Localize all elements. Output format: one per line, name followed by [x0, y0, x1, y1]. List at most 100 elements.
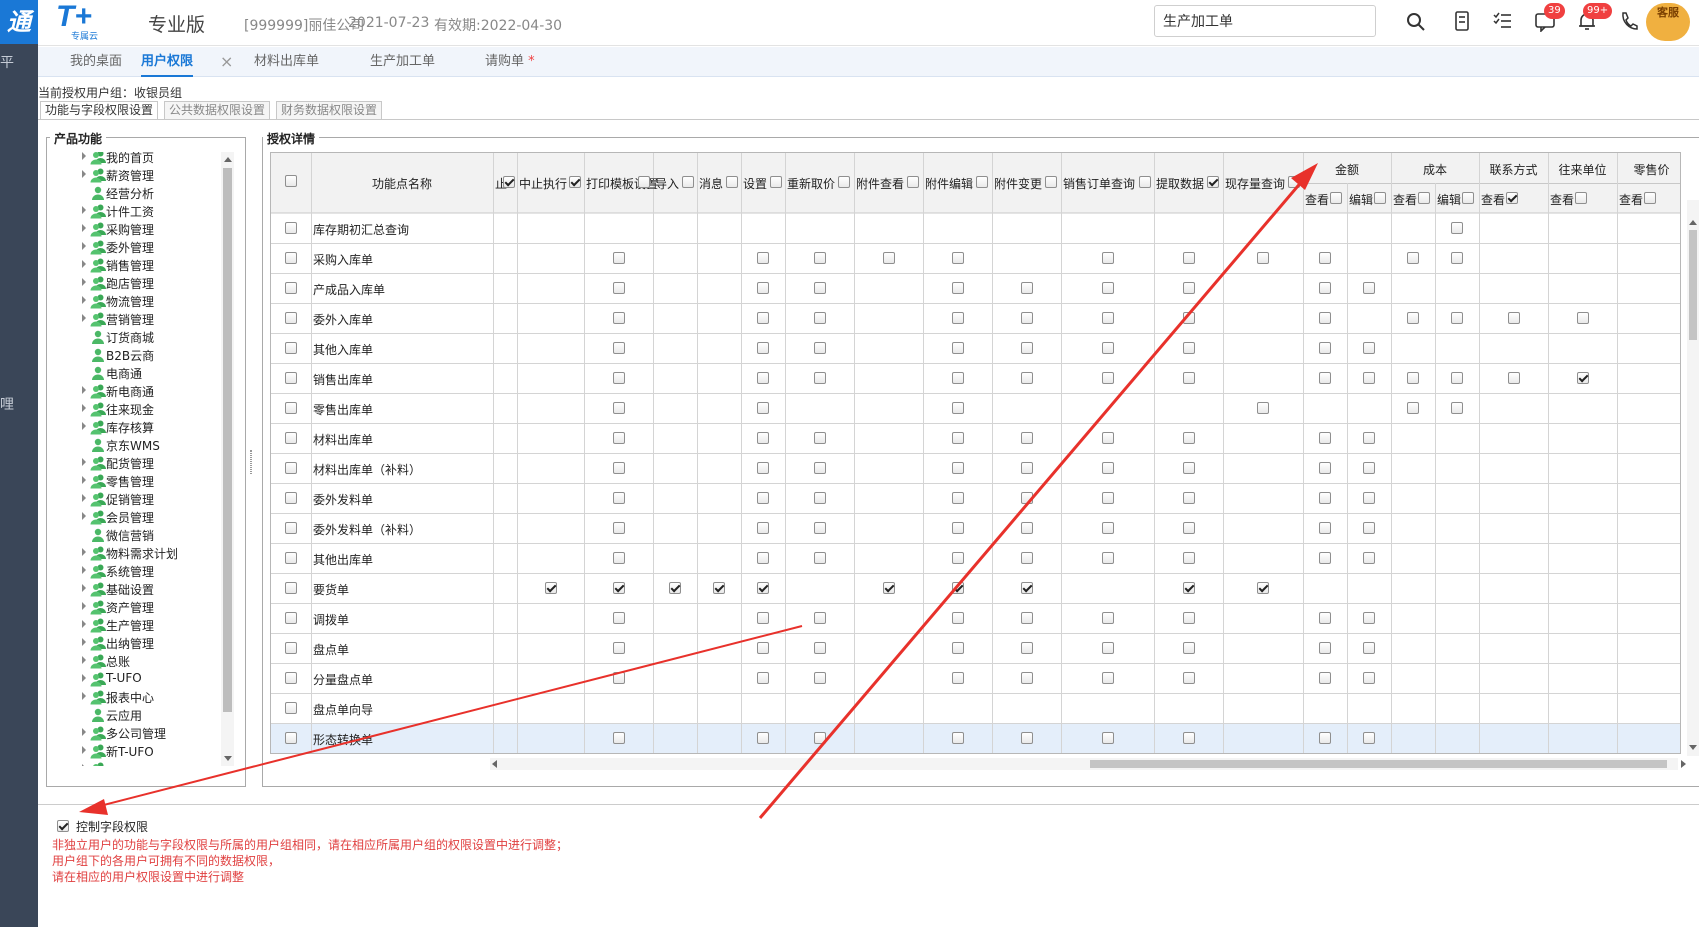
tree-node[interactable] [82, 760, 218, 766]
permission-checkbox[interactable] [951, 402, 964, 414]
expand-arrow-icon[interactable] [82, 566, 86, 574]
expand-arrow-icon[interactable] [82, 458, 86, 466]
tree-node[interactable]: 配货管理 [82, 454, 218, 472]
permission-checkbox[interactable] [612, 432, 625, 444]
permission-checkbox[interactable] [612, 342, 625, 354]
permission-checkbox[interactable] [1319, 282, 1331, 294]
permission-checkbox[interactable] [813, 552, 826, 564]
customer-service-avatar[interactable]: 客服 [1646, 3, 1690, 41]
grid-vertical-scrollbar[interactable] [1687, 200, 1699, 756]
permission-checkbox[interactable] [1319, 462, 1331, 474]
expand-arrow-icon[interactable] [82, 692, 86, 700]
expand-arrow-icon[interactable] [82, 260, 86, 268]
permission-checkbox[interactable] [951, 252, 964, 264]
expand-arrow-icon[interactable] [82, 674, 86, 682]
permission-checkbox[interactable] [1363, 732, 1375, 744]
permission-checkbox[interactable] [1319, 372, 1331, 384]
permission-checkbox[interactable] [1020, 462, 1033, 474]
sub-column-header-checkbox[interactable] [1374, 192, 1386, 204]
permission-checkbox[interactable] [1020, 672, 1033, 684]
tree-node[interactable]: 我的首页 [82, 152, 218, 166]
column-header-checkbox[interactable] [725, 176, 738, 188]
permission-checkbox[interactable] [1363, 432, 1375, 444]
search-icon[interactable] [1406, 12, 1426, 32]
permission-checkbox[interactable] [1020, 372, 1033, 384]
permission-checkbox[interactable] [951, 342, 964, 354]
permission-checkbox[interactable] [757, 312, 769, 324]
permission-checkbox[interactable] [1576, 312, 1589, 324]
expand-arrow-icon[interactable] [82, 602, 86, 610]
permission-checkbox[interactable] [612, 552, 625, 564]
permission-checkbox[interactable] [612, 402, 625, 414]
permission-checkbox[interactable] [813, 372, 826, 384]
permission-checkbox[interactable] [612, 282, 625, 294]
permission-checkbox[interactable] [1363, 672, 1375, 684]
tree-node[interactable]: 基础设置 [82, 580, 218, 598]
row-select-checkbox[interactable] [285, 342, 297, 354]
permission-checkbox[interactable] [1319, 342, 1331, 354]
permission-checkbox[interactable] [1257, 402, 1269, 414]
permission-checkbox[interactable] [757, 492, 769, 504]
tab-production-order[interactable]: 生产加工单 [370, 47, 435, 77]
permission-checkbox[interactable] [951, 612, 964, 624]
permission-checkbox[interactable] [1101, 432, 1114, 444]
expand-arrow-icon[interactable] [82, 476, 86, 484]
column-header-checkbox[interactable] [503, 176, 515, 188]
permission-checkbox[interactable] [1319, 642, 1331, 654]
permission-checkbox[interactable] [612, 732, 625, 744]
tree-node[interactable]: 总账 [82, 652, 218, 670]
permission-checkbox[interactable] [813, 672, 826, 684]
permission-checkbox[interactable] [1407, 252, 1419, 264]
permission-checkbox[interactable] [1020, 552, 1033, 564]
permission-checkbox[interactable] [757, 672, 769, 684]
row-select-checkbox[interactable] [285, 612, 297, 624]
permission-checkbox[interactable] [757, 372, 769, 384]
permission-checkbox[interactable] [1020, 312, 1033, 324]
permission-checkbox[interactable] [882, 582, 895, 594]
permission-checkbox[interactable] [757, 522, 769, 534]
permission-checkbox[interactable] [1363, 342, 1375, 354]
permission-checkbox[interactable] [1101, 612, 1114, 624]
permission-checkbox[interactable] [612, 642, 625, 654]
permission-checkbox[interactable] [1182, 672, 1195, 684]
tree-node[interactable]: 云应用 [82, 706, 218, 724]
tab-desktop[interactable]: 我的桌面 [70, 47, 122, 77]
permission-checkbox[interactable] [1363, 462, 1375, 474]
permission-checkbox[interactable] [1020, 732, 1033, 744]
sub-column-header-checkbox[interactable] [1330, 192, 1342, 204]
tree-node[interactable]: 物流管理 [82, 292, 218, 310]
permission-checkbox[interactable] [813, 732, 826, 744]
permission-checkbox[interactable] [1451, 222, 1463, 234]
permission-checkbox[interactable] [1363, 612, 1375, 624]
tree-scrollbar[interactable] [221, 152, 234, 766]
expand-arrow-icon[interactable] [82, 404, 86, 412]
permission-checkbox[interactable] [1507, 372, 1520, 384]
search-input[interactable] [1154, 5, 1376, 37]
expand-arrow-icon[interactable] [82, 746, 86, 754]
permission-checkbox[interactable] [1182, 492, 1195, 504]
permission-checkbox[interactable] [1319, 522, 1331, 534]
permission-checkbox[interactable] [757, 402, 769, 414]
row-select-checkbox[interactable] [285, 642, 297, 654]
expand-arrow-icon[interactable] [82, 314, 86, 322]
expand-arrow-icon[interactable] [82, 656, 86, 664]
tree-node[interactable]: 系统管理 [82, 562, 218, 580]
row-select-checkbox[interactable] [285, 522, 297, 534]
permission-checkbox[interactable] [1451, 372, 1463, 384]
tree-node[interactable]: T-UFO [82, 670, 218, 688]
permission-checkbox[interactable] [1101, 312, 1114, 324]
permission-checkbox[interactable] [1363, 282, 1375, 294]
tree-node[interactable]: 资产管理 [82, 598, 218, 616]
permission-checkbox[interactable] [1182, 342, 1195, 354]
sub-column-header-checkbox[interactable] [1644, 192, 1656, 204]
tree-node[interactable]: 电商通 [82, 364, 218, 382]
grid-horizontal-scrollbar[interactable] [490, 758, 1686, 770]
permission-checkbox[interactable] [1319, 252, 1331, 264]
permission-checkbox[interactable] [813, 252, 826, 264]
expand-arrow-icon[interactable] [82, 386, 86, 394]
expand-arrow-icon[interactable] [82, 512, 86, 520]
subtab-function-field[interactable]: 功能与字段权限设置 [40, 101, 159, 120]
permission-checkbox[interactable] [1451, 402, 1463, 414]
permission-checkbox[interactable] [612, 522, 625, 534]
permission-checkbox[interactable] [813, 432, 826, 444]
